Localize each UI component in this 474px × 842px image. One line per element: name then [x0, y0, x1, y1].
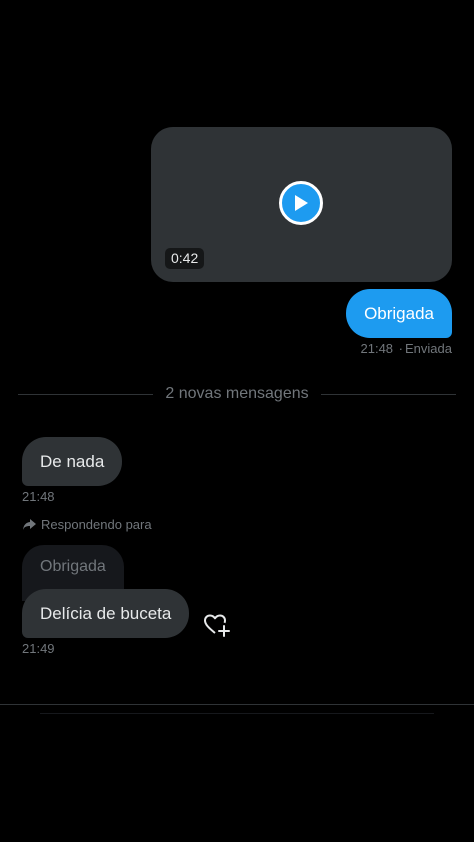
divider-line-right [320, 393, 457, 395]
add-reaction-button[interactable] [203, 612, 231, 638]
play-button[interactable] [279, 181, 323, 225]
replying-to-text: Respondendo para [41, 517, 152, 532]
divider-line-left [18, 393, 154, 395]
outgoing-message-status: Enviada [405, 341, 452, 356]
outgoing-message-bubble[interactable]: Obrigada [346, 289, 452, 338]
meta-separator: · [398, 341, 404, 356]
heart-plus-icon [204, 614, 230, 637]
new-messages-divider: 2 novas mensagens [18, 383, 457, 405]
composer-divider [0, 704, 474, 705]
composer-divider-inner [40, 713, 434, 714]
outgoing-message-time: 21:48 [360, 341, 394, 356]
reply-arrow-icon [23, 519, 36, 530]
incoming-message-time: 21:48 [22, 489, 55, 504]
replying-to-label: Respondendo para [22, 517, 152, 532]
outgoing-message-meta: 21:48 · Enviada [361, 341, 453, 356]
play-icon [295, 195, 308, 211]
video-message[interactable]: 0:42 [151, 127, 452, 282]
incoming-message-time: 21:49 [22, 641, 55, 656]
video-duration: 0:42 [165, 248, 205, 269]
incoming-message-bubble[interactable]: Delícia de buceta [22, 589, 190, 638]
new-messages-label: 2 novas mensagens [165, 385, 309, 402]
chat-screen: 0:42 Obrigada 21:48 · Enviada 2 novas men… [0, 0, 474, 842]
incoming-message-bubble[interactable]: De nada [22, 437, 123, 486]
